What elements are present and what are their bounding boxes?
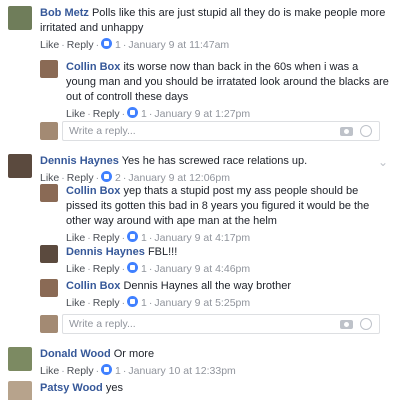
reply-comment: Dennis Haynes FBL!!! Like · Reply · 1 · Janua… xyxy=(40,245,390,277)
reply-input[interactable]: Write a reply... xyxy=(62,121,380,141)
like-icon xyxy=(101,171,113,182)
like-link[interactable]: Like xyxy=(66,297,85,309)
comment-text: Or more xyxy=(113,348,155,360)
like-link[interactable]: Like xyxy=(66,232,85,244)
comment-author[interactable]: Dennis Haynes xyxy=(66,246,145,258)
avatar[interactable] xyxy=(40,279,58,297)
timestamp[interactable]: January 10 at 12:33pm xyxy=(128,365,235,377)
like-link[interactable]: Like xyxy=(40,365,59,377)
comment-text: Polls like this are just stupid all they… xyxy=(40,7,386,34)
reply-link[interactable]: Reply xyxy=(67,39,94,51)
comment: Donald Wood Or more Like · Reply · 1 · Januar… xyxy=(8,347,378,379)
reply-link[interactable]: Reply xyxy=(93,297,120,309)
like-count[interactable]: 1 xyxy=(115,365,121,377)
timestamp[interactable]: January 9 at 11:47am xyxy=(128,39,229,51)
like-count[interactable]: 1 xyxy=(141,108,147,120)
reply-input[interactable]: Write a reply... xyxy=(62,314,380,334)
comment-text: Dennis Haynes all the way brother xyxy=(123,280,291,292)
avatar[interactable] xyxy=(8,347,32,371)
comment-author[interactable]: Collin Box xyxy=(66,280,120,292)
avatar[interactable] xyxy=(8,154,32,178)
reply-comment: Collin Box yep thats a stupid post my as… xyxy=(40,184,390,244)
like-icon xyxy=(127,296,139,307)
emoji-icon[interactable] xyxy=(360,125,372,137)
emoji-icon[interactable] xyxy=(360,318,372,330)
chevron-down-icon[interactable]: ⌄ xyxy=(378,155,388,169)
reply-link[interactable]: Reply xyxy=(93,232,120,244)
comment-actions: Like · Reply · 1 · January 10 at 12:33pm xyxy=(40,364,236,377)
comment-text: FBL!!! xyxy=(147,246,178,258)
comment-author[interactable]: Bob Metz xyxy=(40,7,89,19)
like-icon xyxy=(101,364,113,375)
reply-placeholder: Write a reply... xyxy=(69,125,136,137)
like-count[interactable]: 1 xyxy=(141,232,147,244)
avatar[interactable] xyxy=(40,60,58,78)
reply-link[interactable]: Reply xyxy=(67,172,94,184)
timestamp[interactable]: January 9 at 1:27pm xyxy=(154,108,250,120)
reply-comment: Collin Box Dennis Haynes all the way bro… xyxy=(40,279,390,311)
comment-actions: Like · Reply · 1 · January 9 at 11:47am xyxy=(40,38,230,51)
avatar xyxy=(40,122,58,140)
like-link[interactable]: Like xyxy=(40,39,59,51)
timestamp[interactable]: January 9 at 4:46pm xyxy=(154,263,250,275)
reply-placeholder: Write a reply... xyxy=(69,318,136,330)
comment-actions: Like · Reply · 1 · January 9 at 5:25pm xyxy=(66,296,251,309)
comment: Dennis Haynes Yes he has screwed race re… xyxy=(8,154,378,186)
comment-author[interactable]: Dennis Haynes xyxy=(40,155,119,167)
avatar[interactable] xyxy=(40,184,58,202)
avatar xyxy=(40,315,58,333)
comment: Bob Metz Polls like this are just stupid… xyxy=(8,6,388,58)
comment-text: yes xyxy=(105,382,123,394)
like-count[interactable]: 2 xyxy=(115,172,121,184)
camera-icon[interactable] xyxy=(340,320,353,329)
like-link[interactable]: Like xyxy=(66,108,85,120)
like-count[interactable]: 1 xyxy=(115,39,121,51)
comment: Patsy Wood yes xyxy=(8,381,378,400)
like-icon xyxy=(127,262,139,273)
reply-link[interactable]: Reply xyxy=(67,365,94,377)
comment-author[interactable]: Collin Box xyxy=(66,61,120,73)
like-icon xyxy=(127,231,139,242)
comment-author[interactable]: Patsy Wood xyxy=(40,382,103,394)
timestamp[interactable]: January 9 at 5:25pm xyxy=(154,297,250,309)
reply-link[interactable]: Reply xyxy=(93,263,120,275)
comment-text: Yes he has screwed race relations up. xyxy=(121,155,308,167)
like-icon xyxy=(101,38,113,49)
timestamp[interactable]: January 9 at 4:17pm xyxy=(154,232,250,244)
reply-link[interactable]: Reply xyxy=(93,108,120,120)
like-count[interactable]: 1 xyxy=(141,263,147,275)
avatar[interactable] xyxy=(8,381,32,400)
like-icon xyxy=(127,107,139,118)
comment-actions: Like · Reply · 1 · January 9 at 4:46pm xyxy=(66,262,251,275)
comment-author[interactable]: Donald Wood xyxy=(40,348,111,360)
avatar[interactable] xyxy=(8,6,32,30)
comment-author[interactable]: Collin Box xyxy=(66,185,120,197)
like-link[interactable]: Like xyxy=(40,172,59,184)
like-count[interactable]: 1 xyxy=(141,297,147,309)
reply-comment: Collin Box its worse now than back in th… xyxy=(40,60,390,120)
timestamp[interactable]: January 9 at 12:06pm xyxy=(128,172,230,184)
avatar[interactable] xyxy=(40,245,58,263)
comment-actions: Like · Reply · 2 · January 9 at 12:06pm xyxy=(40,171,230,184)
comment-actions: Like · Reply · 1 · January 9 at 1:27pm xyxy=(66,107,251,120)
comment-actions: Like · Reply · 1 · January 9 at 4:17pm xyxy=(66,231,251,244)
like-link[interactable]: Like xyxy=(66,263,85,275)
camera-icon[interactable] xyxy=(340,127,353,136)
